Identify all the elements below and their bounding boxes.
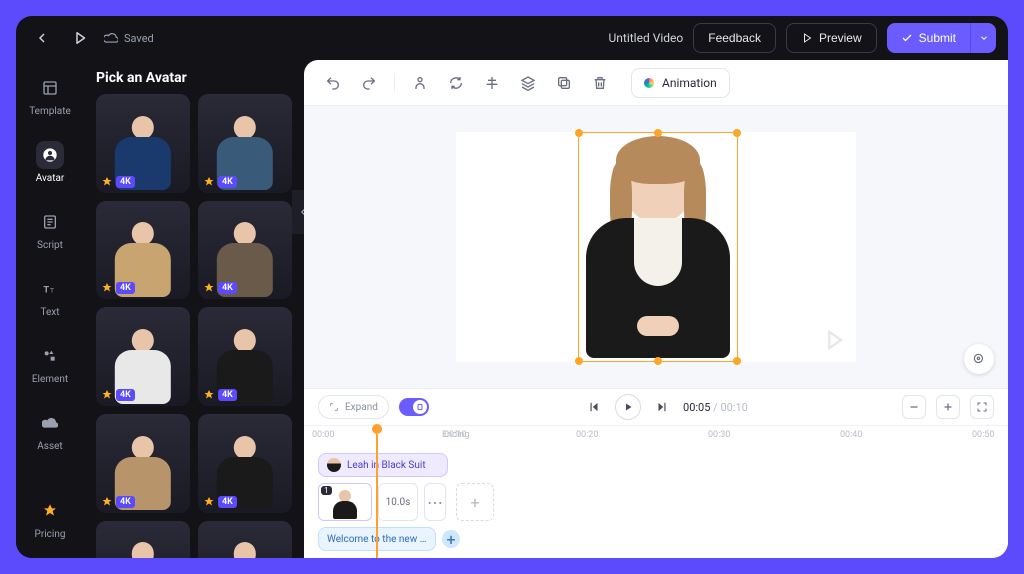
side-rail: Template Avatar Script TT Text Element A…: [16, 60, 84, 558]
crop-person-button[interactable]: [409, 72, 431, 94]
selection-box[interactable]: [578, 132, 738, 362]
premium-gem-icon: [101, 176, 113, 188]
rail-element[interactable]: Element: [22, 338, 78, 389]
avatar-card[interactable]: 4K: [198, 201, 292, 300]
topbar: Saved Untitled Video Feedback Preview Su…: [16, 16, 1008, 60]
delete-button[interactable]: [589, 72, 611, 94]
prev-frame-button[interactable]: [583, 396, 605, 418]
undo-button[interactable]: [322, 72, 344, 94]
element-icon: [36, 342, 64, 370]
project-title[interactable]: Untitled Video: [609, 31, 684, 45]
timecode: 00:05 / 00:10: [683, 401, 748, 414]
zoom-out-timeline[interactable]: [902, 395, 926, 419]
scene-thumbnail[interactable]: 1: [318, 483, 372, 521]
rail-avatar[interactable]: Avatar: [22, 137, 78, 188]
avatar-card[interactable]: 4K: [96, 307, 190, 406]
scene-label[interactable]: Leah in Black Suit: [318, 453, 448, 477]
watermark-icon: [820, 326, 848, 354]
svg-text:T: T: [50, 286, 54, 294]
svg-text:T: T: [43, 284, 49, 295]
avatar-card[interactable]: 4K: [198, 307, 292, 406]
feedback-button[interactable]: Feedback: [693, 23, 776, 53]
avatar-panel: Pick an Avatar 4K 4K 4K: [84, 60, 304, 558]
rail-pricing[interactable]: Pricing: [22, 493, 78, 544]
animation-button[interactable]: Animation: [631, 68, 730, 98]
playhead[interactable]: [372, 424, 382, 434]
ruler-tick: 00:40: [840, 430, 862, 440]
premium-gem-icon: [203, 176, 215, 188]
resolution-badge: 4K: [218, 176, 237, 188]
ruler-tick: 00:30: [708, 430, 730, 440]
save-status-label: Saved: [124, 32, 154, 45]
premium-gem-icon: [203, 282, 215, 294]
submit-button[interactable]: Submit: [887, 23, 970, 53]
panel-title: Pick an Avatar: [96, 70, 292, 86]
zoom-in-timeline[interactable]: [936, 395, 960, 419]
resolution-badge: 4K: [116, 496, 135, 508]
ruler-tick: 00:00: [312, 430, 334, 440]
panel-collapse-handle[interactable]: [292, 190, 304, 234]
asset-icon: [36, 409, 64, 437]
save-status: Saved: [104, 31, 154, 45]
ruler-tick: 00:10: [444, 430, 466, 440]
template-icon: [36, 74, 64, 102]
resolution-badge: 4K: [218, 389, 237, 401]
scene-more-button[interactable]: ⋯: [424, 483, 446, 521]
avatar-card[interactable]: 4K: [96, 94, 190, 193]
submit-more-button[interactable]: [970, 23, 996, 53]
fit-timeline[interactable]: [970, 395, 994, 419]
ruler-tick: 00:20: [576, 430, 598, 440]
premium-gem-icon: [203, 389, 215, 401]
scene-avatar-chip-icon: [327, 458, 341, 472]
resolution-badge: 4K: [218, 496, 237, 508]
rail-asset[interactable]: Asset: [22, 405, 78, 456]
ruler-tick: 00:50: [972, 430, 994, 440]
resolution-badge: 4K: [116, 282, 135, 294]
redo-button[interactable]: [358, 72, 380, 94]
expand-timeline-button[interactable]: Expand: [318, 395, 389, 419]
timeline-ruler[interactable]: Ending 00:0000:1000:2000:3000:4000:50: [304, 425, 1008, 447]
timeline: Expand 00:05 / 00:10: [304, 388, 1008, 558]
rail-template[interactable]: Template: [22, 70, 78, 121]
resolution-badge: 4K: [116, 176, 135, 188]
video-frame: [456, 132, 856, 362]
rail-script[interactable]: Script: [22, 204, 78, 255]
text-icon: TT: [36, 275, 64, 303]
avatar-card[interactable]: 4K: [198, 414, 292, 513]
avatar-icon: [36, 141, 64, 169]
premium-gem-icon: [203, 496, 215, 508]
avatar-card[interactable]: 4K: [96, 201, 190, 300]
avatar-card[interactable]: 4K: [198, 521, 292, 558]
canvas-toolbar: Animation: [304, 60, 1008, 106]
scene-duration[interactable]: 10.0s: [378, 483, 418, 521]
premium-gem-icon: [101, 282, 113, 294]
premium-gem-icon: [101, 389, 113, 401]
copy-button[interactable]: [553, 72, 575, 94]
avatar-card[interactable]: 4K: [96, 414, 190, 513]
next-frame-button[interactable]: [651, 396, 673, 418]
script-icon: [36, 208, 64, 236]
layers-button[interactable]: [517, 72, 539, 94]
play-button[interactable]: [615, 394, 641, 420]
logo-icon: [66, 24, 94, 52]
resolution-badge: 4K: [116, 389, 135, 401]
avatar-card[interactable]: 4K: [198, 94, 292, 193]
align-button[interactable]: [481, 72, 503, 94]
timeline-mode-toggle[interactable]: [399, 398, 429, 416]
premium-gem-icon: [101, 496, 113, 508]
resolution-badge: 4K: [218, 282, 237, 294]
rail-text[interactable]: TT Text: [22, 271, 78, 322]
add-scene-button[interactable]: +: [456, 483, 494, 521]
back-button[interactable]: [28, 24, 56, 52]
animation-dot-icon: [644, 78, 654, 88]
avatar-card[interactable]: 4K: [96, 521, 190, 558]
zoom-reset-button[interactable]: [964, 344, 994, 374]
pricing-icon: [36, 497, 64, 525]
replace-button[interactable]: [445, 72, 467, 94]
preview-button[interactable]: Preview: [786, 23, 877, 53]
canvas-stage[interactable]: [304, 106, 1008, 388]
